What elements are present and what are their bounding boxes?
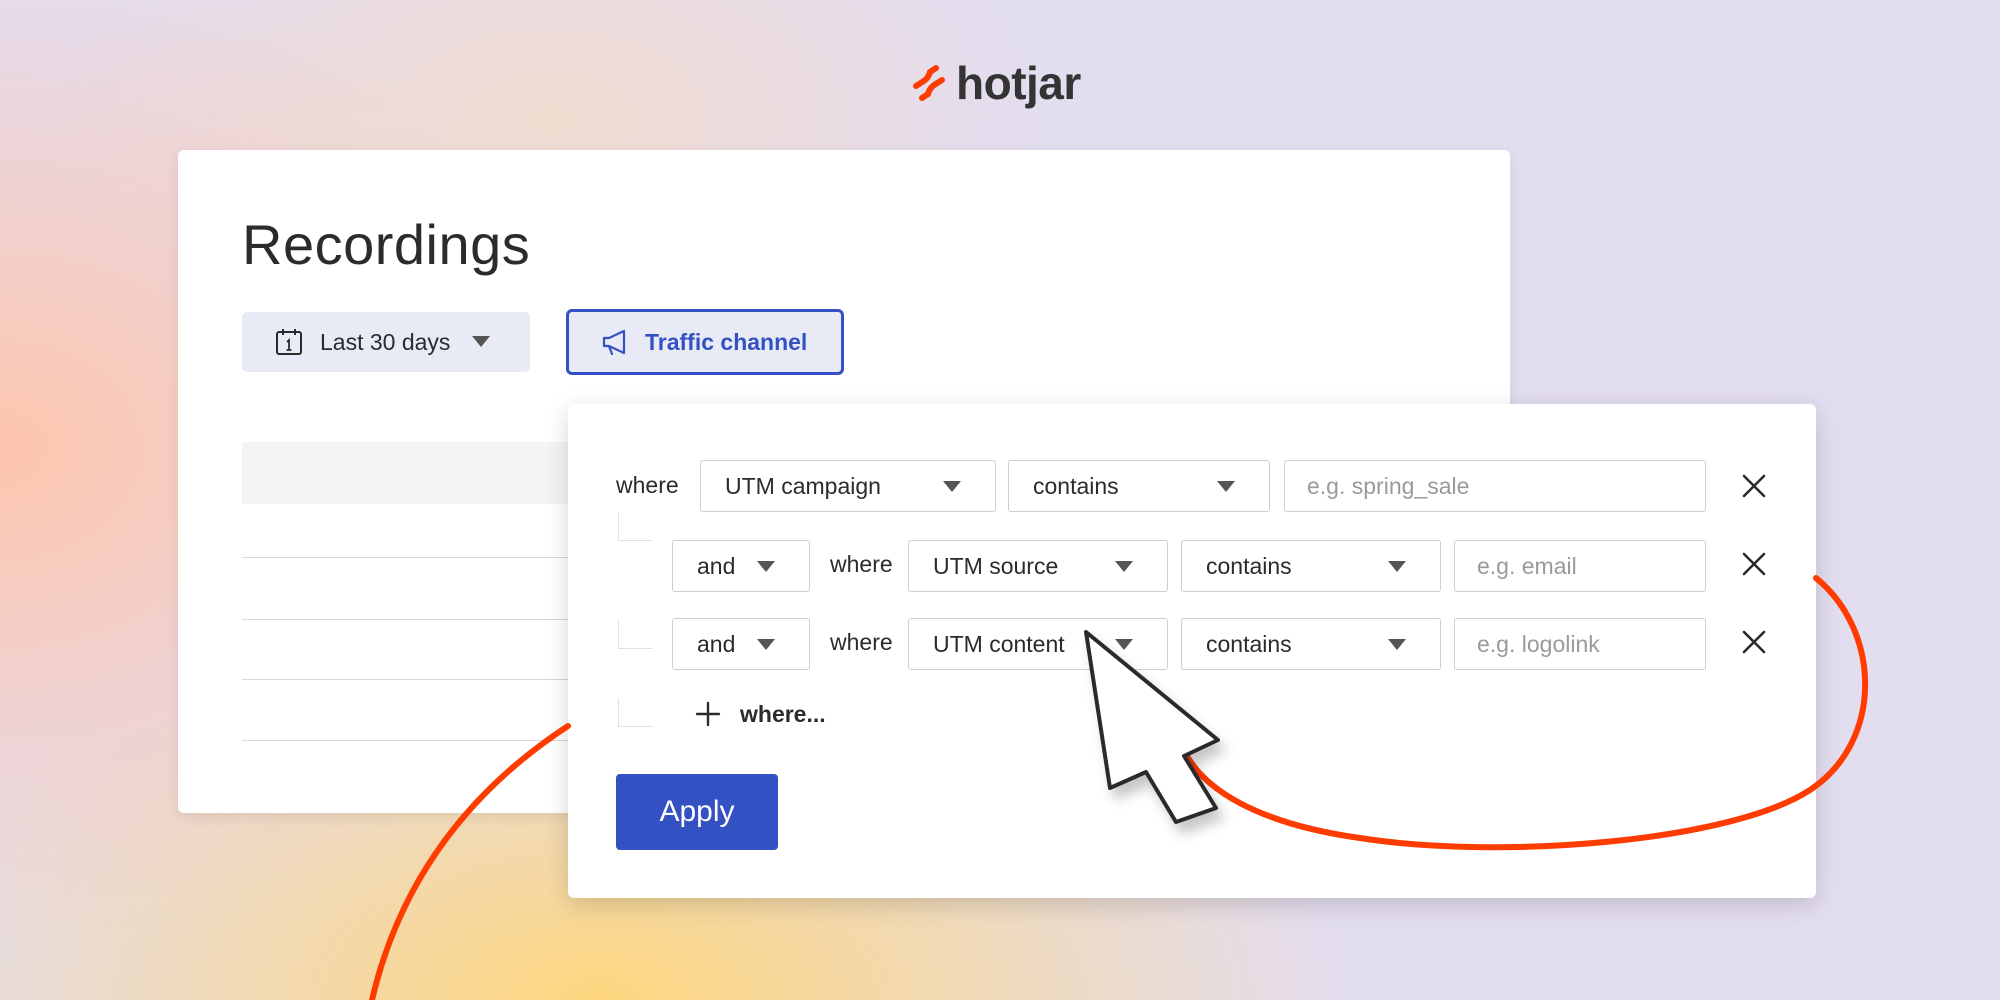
plus-icon [695,701,721,727]
tree-connector [618,698,653,727]
traffic-channel-label: Traffic channel [645,328,808,355]
utm-content-value-input[interactable] [1454,618,1706,670]
chevron-down-icon [1115,639,1133,651]
traffic-channel-filter-panel: where UTM campaign contains and where UT… [568,404,1816,898]
chevron-down-icon [1388,561,1406,573]
field-select-value: UTM source [933,552,1059,579]
traffic-channel-button[interactable]: Traffic channel [566,309,844,375]
field-select-utm-source[interactable]: UTM source [908,540,1168,592]
megaphone-icon [602,329,626,356]
where-label: where [830,629,893,655]
add-where-label: where... [740,700,826,727]
utm-source-value-input[interactable] [1454,540,1706,592]
chevron-down-icon [1217,481,1235,493]
chevron-down-icon [943,481,961,493]
operator-select[interactable]: contains [1008,460,1270,512]
close-icon[interactable] [1740,472,1768,500]
brand-name: hotjar [956,57,1081,109]
operator-select-value: contains [1206,630,1292,657]
operator-select[interactable]: contains [1181,540,1441,592]
apply-button[interactable]: Apply [616,774,778,850]
chevron-down-icon [757,639,775,651]
close-icon[interactable] [1740,628,1768,656]
connector-select[interactable]: and [672,618,810,670]
date-range-button[interactable]: Last 30 days [242,312,530,372]
field-select-utm-campaign[interactable]: UTM campaign [700,460,996,512]
operator-select[interactable]: contains [1181,618,1441,670]
chevron-down-icon [1388,639,1406,651]
field-select-value: UTM content [933,630,1065,657]
connector-select-value: and [697,552,736,579]
calendar-icon [276,329,302,355]
add-where-button[interactable]: where... [694,700,826,728]
page-title: Recordings [242,213,531,276]
hotjar-mark-icon [913,65,945,101]
field-select-utm-content[interactable]: UTM content [908,618,1168,670]
operator-select-value: contains [1033,472,1119,499]
close-icon[interactable] [1740,550,1768,578]
connector-select-value: and [697,630,736,657]
operator-select-value: contains [1206,552,1292,579]
chevron-down-icon [757,561,775,573]
hotjar-logo: hotjar [912,58,1081,108]
chevron-down-icon [472,336,491,348]
where-label: where [616,472,679,498]
date-range-label: Last 30 days [320,328,451,355]
utm-campaign-value-input[interactable] [1284,460,1706,512]
tree-connector [618,512,653,541]
where-label: where [830,551,893,577]
field-select-value: UTM campaign [725,472,881,499]
chevron-down-icon [1115,561,1133,573]
connector-select[interactable]: and [672,540,810,592]
tree-connector [618,620,653,649]
